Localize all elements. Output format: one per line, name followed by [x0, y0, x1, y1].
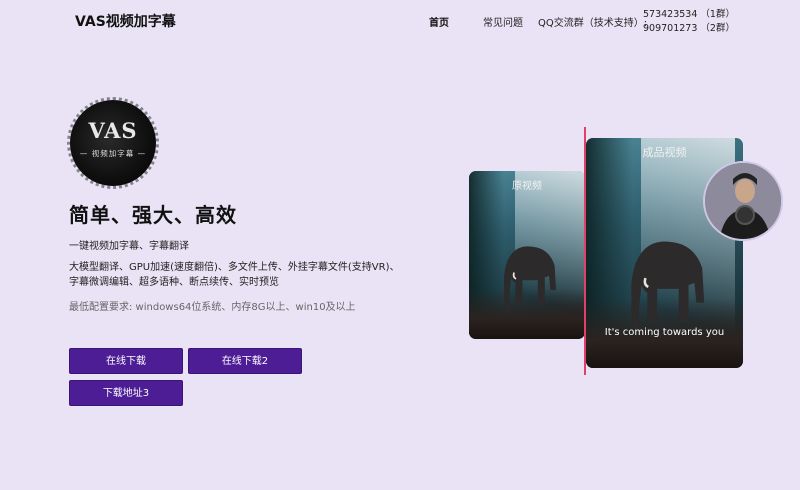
- logo-subtext: — 视频加字幕 —: [79, 149, 147, 158]
- nav-home[interactable]: 首页: [429, 14, 449, 29]
- hero-headline: 简单、强大、高效: [69, 203, 237, 227]
- qq-group-2: 909701273 （2群）: [643, 23, 735, 34]
- user-avatar-image: [703, 161, 783, 241]
- system-requirements: 最低配置要求: windows64位系统、内存8G以上、win10及以上: [69, 302, 356, 313]
- download-button-2[interactable]: 在线下载2: [188, 348, 302, 374]
- original-video-preview: 原视频: [469, 171, 585, 339]
- brand-title[interactable]: VAS视频加字幕: [75, 11, 176, 31]
- logo: VAS — 视频加字幕 —: [67, 97, 159, 189]
- download-button-3[interactable]: 下载地址3: [69, 380, 183, 406]
- logo-text: VAS: [88, 118, 138, 143]
- final-video-label: 成品视频: [642, 146, 687, 159]
- person-icon: [705, 163, 781, 239]
- elephant-image: [631, 241, 705, 332]
- qq-group-1: 573423534 （1群）: [643, 9, 735, 20]
- feature-list: 大模型翻译、GPU加速(速度翻倍)、多文件上传、外挂字幕文件(支持VR)、字幕微…: [69, 262, 400, 288]
- qq-group-label: QQ交流群（技术支持）:: [538, 18, 648, 29]
- download-button-1[interactable]: 在线下载: [69, 348, 183, 374]
- elephant-image: [503, 246, 556, 311]
- subtitle-caption: It's coming towards you: [604, 327, 725, 338]
- hero-tagline: 一键视频加字幕、字幕翻译: [69, 241, 189, 252]
- original-video-label: 原视频: [512, 181, 542, 192]
- qq-group-list: 573423534 （1群） 909701273 （2群）: [643, 8, 735, 36]
- nav-faq[interactable]: 常见问题: [483, 14, 523, 29]
